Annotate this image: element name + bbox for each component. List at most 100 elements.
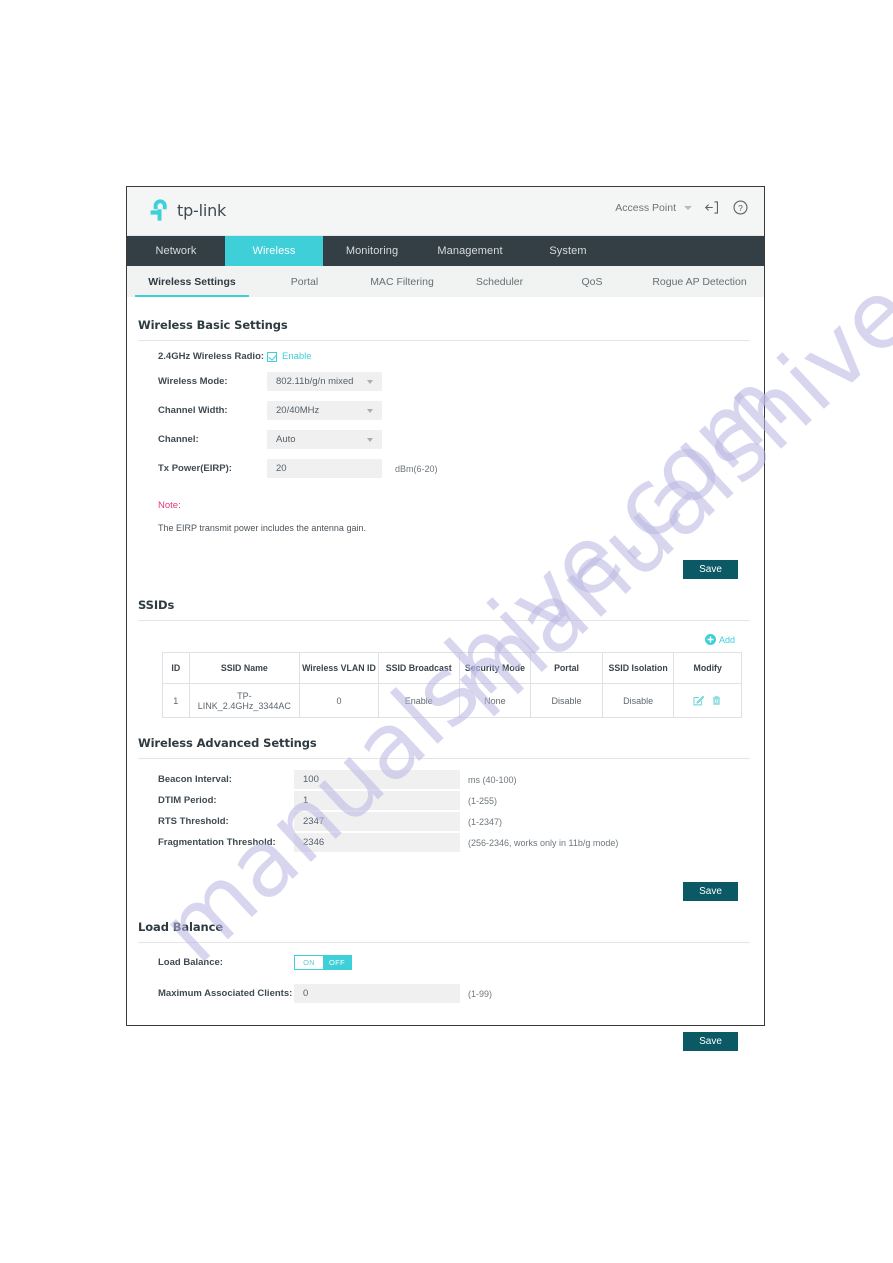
rts-threshold-value: 2347	[303, 816, 325, 827]
load-balance-save-row: Save	[138, 1032, 750, 1051]
tab-portal-label: Portal	[290, 275, 319, 288]
tab-mac-filtering-label: MAC Filtering	[370, 275, 434, 288]
channel-width-value: 20/40MHz	[276, 405, 320, 416]
nav-item-management-label: Management	[437, 245, 503, 257]
label-dtim-period: DTIM Period:	[158, 795, 217, 806]
label-load-balance: Load Balance:	[158, 957, 223, 968]
col-header-ssid-isolation: SSID Isolation	[601, 652, 675, 684]
save-button-advanced[interactable]: Save	[683, 882, 738, 901]
nav-item-network-label: Network	[155, 245, 197, 257]
label-rts-threshold: RTS Threshold:	[158, 816, 229, 827]
col-header-ssid-name: SSID Name	[188, 652, 301, 684]
nav-item-network[interactable]: Network	[127, 236, 225, 266]
tab-wireless-settings[interactable]: Wireless Settings	[127, 266, 257, 297]
wireless-mode-value: 802.11b/g/n mixed	[276, 376, 354, 387]
svg-text:?: ?	[738, 203, 743, 213]
row-load-balance-toggle: Load Balance: ON OFF	[138, 955, 750, 970]
tab-mac-filtering[interactable]: MAC Filtering	[352, 266, 452, 297]
mode-dropdown-value: Access Point	[615, 201, 676, 214]
checkbox-icon	[267, 351, 277, 362]
nav-item-monitoring[interactable]: Monitoring	[323, 236, 421, 266]
tab-rogue-ap-detection-label: Rogue AP Detection	[652, 275, 747, 288]
nav-item-management[interactable]: Management	[421, 236, 519, 266]
delete-icon[interactable]	[711, 695, 722, 706]
beacon-interval-value: 100	[303, 774, 319, 785]
chevron-down-icon	[367, 437, 373, 442]
wireless-radio-checkbox[interactable]: Enable	[267, 351, 312, 362]
cell-ssid-broadcast: Enable	[377, 683, 460, 718]
tab-scheduler-label: Scheduler	[475, 275, 524, 288]
row-rts-threshold: RTS Threshold: 2347 (1-2347)	[138, 812, 750, 831]
app-header: tp-link Access Point ?	[127, 187, 764, 236]
nav-item-wireless-label: Wireless	[252, 245, 296, 257]
section-title-ssids: SSIDs	[138, 579, 750, 621]
nav-item-system-label: System	[549, 245, 587, 257]
brand-name: tp-link	[177, 200, 227, 220]
tp-link-logo-icon	[150, 199, 167, 221]
cell-modify	[673, 683, 742, 718]
row-channel: Channel: Auto	[138, 430, 750, 449]
cell-ssid-name: TP-LINK_2.4GHz_3344AC	[188, 683, 301, 718]
channel-value: Auto	[276, 434, 296, 445]
row-channel-width: Channel Width: 20/40MHz	[138, 401, 750, 420]
col-header-ssid-broadcast: SSID Broadcast	[377, 652, 460, 684]
note-title-basic: Note:	[158, 500, 181, 511]
fragmentation-threshold-input[interactable]: 2346	[294, 833, 460, 852]
label-channel: Channel:	[158, 434, 199, 445]
edit-icon[interactable]	[693, 695, 705, 706]
tx-power-input[interactable]: 20	[267, 459, 382, 478]
row-wireless-mode: Wireless Mode: 802.11b/g/n mixed	[138, 372, 750, 391]
chevron-down-icon	[684, 205, 692, 210]
ssid-table: ID SSID Name Wireless VLAN ID SSID Broad…	[162, 652, 742, 718]
add-ssid-button[interactable]: Add	[138, 634, 750, 645]
load-balance-toggle[interactable]: ON OFF	[294, 955, 352, 970]
wireless-mode-select[interactable]: 802.11b/g/n mixed	[267, 372, 382, 391]
tx-power-hint: dBm(6-20)	[395, 463, 438, 474]
add-ssid-label: Add	[718, 634, 735, 645]
row-beacon-interval: Beacon Interval: 100 ms (40-100)	[138, 770, 750, 789]
max-clients-input[interactable]: 0	[294, 984, 460, 1003]
row-max-clients: Maximum Associated Clients: 0 (1-99)	[138, 984, 750, 1003]
dtim-period-value: 1	[303, 795, 309, 806]
channel-select[interactable]: Auto	[267, 430, 382, 449]
rts-threshold-input[interactable]: 2347	[294, 812, 460, 831]
rts-threshold-hint: (1-2347)	[468, 816, 503, 827]
nav-item-system[interactable]: System	[519, 236, 617, 266]
cell-portal: Disable	[530, 683, 603, 718]
help-icon[interactable]: ?	[731, 198, 750, 217]
section-title-load-balance: Load Balance	[138, 901, 750, 943]
tab-rogue-ap-detection[interactable]: Rogue AP Detection	[637, 266, 762, 297]
beacon-interval-hint: ms (40-100)	[468, 774, 517, 785]
beacon-interval-input[interactable]: 100	[294, 770, 460, 789]
dtim-period-input[interactable]: 1	[294, 791, 460, 810]
nav-item-monitoring-label: Monitoring	[345, 245, 399, 257]
cell-security-mode: None	[458, 683, 532, 718]
tab-scheduler[interactable]: Scheduler	[452, 266, 547, 297]
channel-width-select[interactable]: 20/40MHz	[267, 401, 382, 420]
logout-icon[interactable]	[702, 198, 721, 217]
max-clients-hint: (1-99)	[468, 988, 493, 999]
mode-dropdown[interactable]: Access Point	[615, 202, 692, 214]
row-dtim-period: DTIM Period: 1 (1-255)	[138, 791, 750, 810]
label-wireless-radio: 2.4GHz Wireless Radio:	[158, 351, 265, 362]
nav-item-wireless[interactable]: Wireless	[225, 236, 323, 266]
chevron-down-icon	[367, 408, 373, 413]
toggle-on-label[interactable]: ON	[295, 956, 323, 969]
toggle-off-label[interactable]: OFF	[323, 956, 351, 969]
label-fragmentation-threshold: Fragmentation Threshold:	[158, 837, 276, 848]
tab-portal[interactable]: Portal	[257, 266, 352, 297]
col-header-id: ID	[162, 652, 190, 684]
fragmentation-threshold-hint: (256-2346, works only in 11b/g mode)	[468, 837, 619, 848]
row-tx-power: Tx Power(EIRP): 20 dBm(6-20)	[138, 459, 750, 478]
tab-qos[interactable]: QoS	[547, 266, 637, 297]
chevron-down-icon	[367, 379, 373, 384]
save-button-load-balance[interactable]: Save	[683, 1032, 738, 1051]
row-wireless-radio: 2.4GHz Wireless Radio: Enable	[138, 351, 750, 362]
header-actions: Access Point ?	[615, 198, 750, 217]
col-header-wireless-vlan-id: Wireless VLAN ID	[299, 652, 379, 684]
note-body-basic: The EIRP transmit power includes the ant…	[158, 523, 366, 533]
label-tx-power: Tx Power(EIRP):	[158, 463, 232, 474]
section-title-basic: Wireless Basic Settings	[138, 297, 750, 341]
table-row: 1 TP-LINK_2.4GHz_3344AC 0 Enable None Di…	[162, 683, 742, 718]
save-button-basic[interactable]: Save	[683, 560, 738, 579]
